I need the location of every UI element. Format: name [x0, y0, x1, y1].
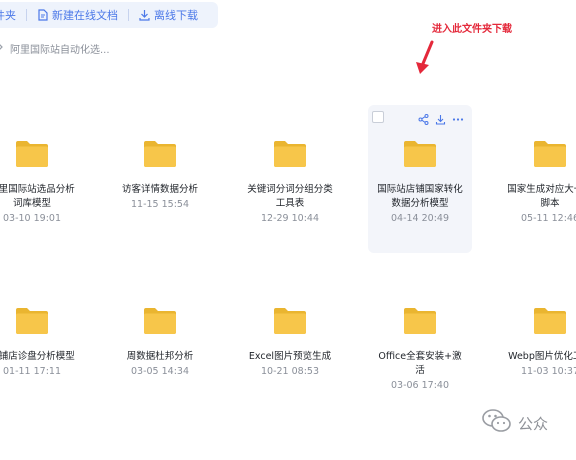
toolbar-divider — [26, 9, 27, 21]
new-doc-label: 新建在线文档 — [52, 9, 118, 22]
breadcrumb: 阿里国际站自动化选... — [0, 41, 110, 56]
item-actions — [418, 110, 464, 129]
folder-item[interactable]: 周数据杜邦分析 03-05 14:34 — [108, 272, 212, 420]
toolbar: 件夹 新建在线文档 离线下载 — [0, 2, 218, 28]
folder-date: 01-11 17:11 — [2, 366, 61, 377]
annotation-arrow-icon — [412, 40, 436, 80]
wechat-icon — [482, 408, 512, 438]
folder-icon — [402, 139, 438, 169]
folder-item[interactable]: Excel图片预览生成 10-21 08:53 — [238, 272, 342, 420]
folder-date: 05-11 12:46 — [520, 213, 576, 224]
chevron-right-icon — [0, 43, 4, 54]
folder-name: 关键词分词分组分类工具表 — [247, 184, 333, 209]
upload-folder-button[interactable]: 件夹 — [0, 7, 16, 23]
folder-icon — [272, 139, 308, 169]
folder-name: 国家生成对应大一键脚本 — [507, 184, 576, 209]
folder-item-hovered[interactable]: 国际站店铺国家转化数据分析模型 04-14 20:49 — [368, 105, 472, 253]
folder-name: 访客详情数据分析 — [121, 184, 198, 195]
offline-download-label: 离线下载 — [154, 9, 198, 22]
folder-date: 10-21 08:53 — [260, 366, 319, 377]
new-doc-icon — [37, 9, 48, 21]
folder-icon — [14, 139, 50, 169]
folder-date: 11-15 15:54 — [130, 199, 189, 210]
folder-date: 04-14 20:49 — [390, 213, 449, 224]
breadcrumb-current[interactable]: 阿里国际站自动化选... — [10, 41, 110, 56]
folder-date: 03-05 14:34 — [130, 366, 189, 377]
folder-icon — [272, 306, 308, 336]
folder-icon — [402, 306, 438, 336]
file-browser: 件夹 新建在线文档 离线下载 阿里国际站自动化选... 进入此文件夹下载 — [0, 0, 576, 460]
folder-item[interactable]: Office全套安装+激活 03-06 17:40 — [368, 272, 472, 420]
folder-icon — [142, 139, 178, 169]
share-icon[interactable] — [418, 110, 429, 129]
upload-folder-label: 件夹 — [0, 9, 16, 22]
folder-icon — [14, 306, 50, 336]
toolbar-divider — [128, 9, 129, 21]
folder-item[interactable]: 店铺店诊盘分析模型 01-11 17:11 — [0, 272, 84, 420]
folder-date: 03-06 17:40 — [390, 380, 449, 391]
folder-name: 周数据杜邦分析 — [126, 351, 194, 362]
watermark: 公众 — [482, 408, 548, 438]
select-checkbox[interactable] — [372, 111, 384, 123]
more-icon[interactable] — [452, 110, 464, 129]
folder-name: Excel图片预览生成 — [248, 351, 332, 362]
folder-item[interactable]: Webp图片优化工具 11-03 10:37 — [498, 272, 576, 420]
offline-download-button[interactable]: 离线下载 — [139, 7, 198, 23]
download-icon — [139, 9, 150, 21]
watermark-text: 公众 — [518, 414, 549, 433]
folder-name: 国际站店铺国家转化数据分析模型 — [377, 184, 463, 209]
folder-item[interactable]: 访客详情数据分析 11-15 15:54 — [108, 105, 212, 253]
folder-date: 11-03 10:37 — [520, 366, 576, 377]
folder-name: Office全套安装+激活 — [378, 351, 462, 376]
folder-item[interactable]: 关键词分词分组分类工具表 12-29 10:44 — [238, 105, 342, 253]
folder-date: 12-29 10:44 — [260, 213, 319, 224]
annotation-note: 进入此文件夹下载 — [432, 24, 512, 35]
folder-name: 店铺店诊盘分析模型 — [0, 351, 75, 362]
new-doc-button[interactable]: 新建在线文档 — [37, 7, 118, 23]
folder-item[interactable]: 阿里国际站选品分析词库模型 03-10 19:01 — [0, 105, 84, 253]
folder-date: 03-10 19:01 — [2, 213, 61, 224]
folder-icon — [532, 306, 568, 336]
folder-icon — [532, 139, 568, 169]
folder-name: 阿里国际站选品分析词库模型 — [0, 184, 75, 209]
folder-icon — [142, 306, 178, 336]
download-icon[interactable] — [435, 110, 446, 129]
folder-name: Webp图片优化工具 — [508, 351, 576, 362]
folder-item[interactable]: 国家生成对应大一键脚本 05-11 12:46 — [498, 105, 576, 253]
